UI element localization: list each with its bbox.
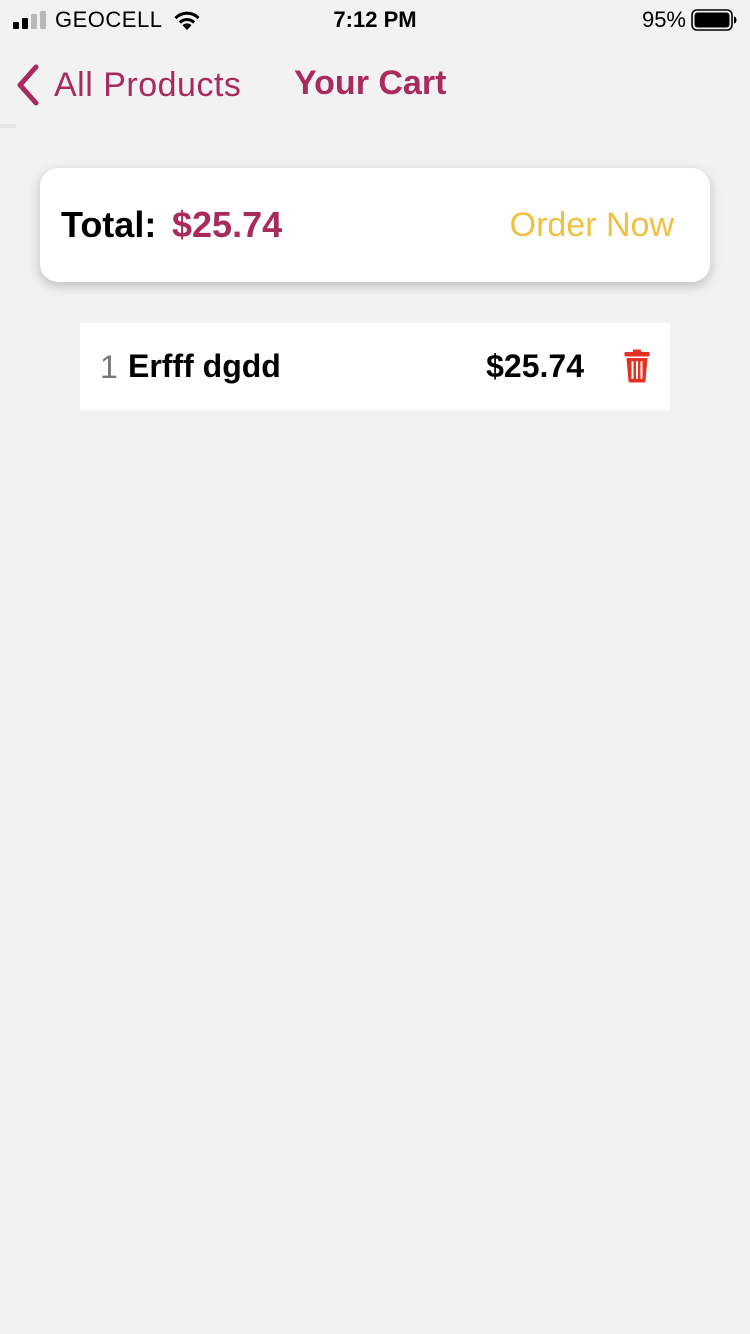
status-time: 7:12 PM: [333, 7, 417, 32]
battery-percentage: 95%: [641, 7, 686, 32]
total-label: Total:: [61, 204, 157, 245]
back-button[interactable]: All Products: [14, 60, 241, 110]
battery-icon: [691, 9, 737, 31]
item-price: $25.74: [486, 348, 584, 384]
order-now-button[interactable]: Order Now: [510, 206, 674, 245]
item-name: Erfff dgdd: [128, 348, 281, 384]
navigation-bar: All Products Your Cart: [0, 50, 750, 126]
nav-divider: [0, 124, 16, 128]
cart-summary-card: Total: $25.74 Order Now: [40, 168, 710, 282]
trash-icon[interactable]: [624, 349, 650, 383]
back-button-label: All Products: [54, 65, 242, 104]
page-title: Your Cart: [294, 64, 447, 102]
status-bar: GEOCELL 7:12 PM 95%: [0, 0, 750, 40]
cart-item: 1 Erfff dgdd $25.74: [80, 323, 670, 410]
item-quantity: 1: [100, 349, 118, 385]
chevron-left-icon: [17, 64, 39, 106]
total-amount: $25.74: [172, 204, 283, 245]
